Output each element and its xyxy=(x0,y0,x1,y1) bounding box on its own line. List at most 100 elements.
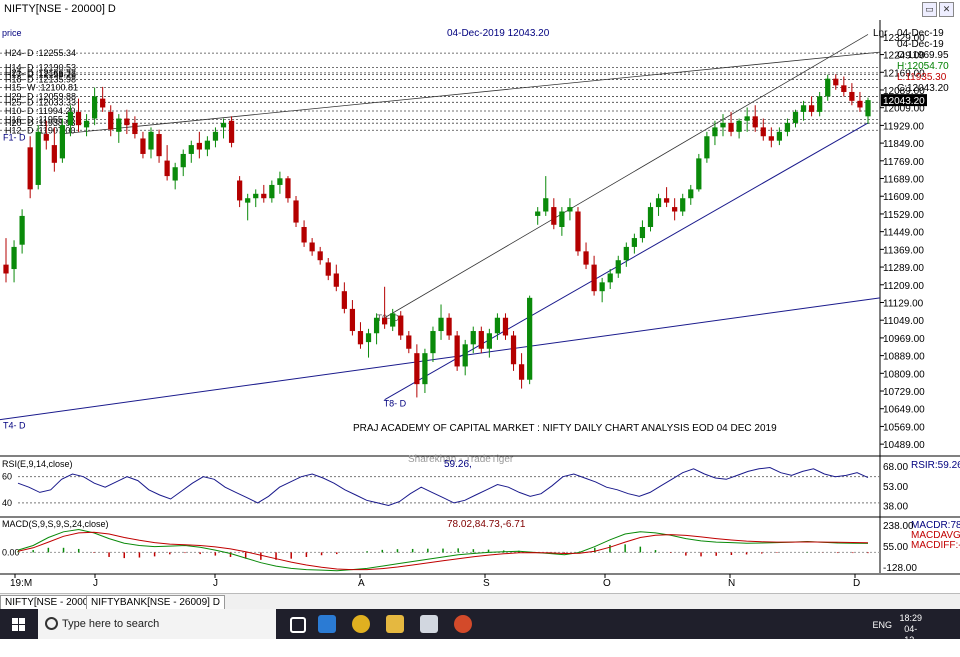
folder-icon[interactable] xyxy=(386,615,404,633)
search-icon xyxy=(45,617,58,630)
candle-body xyxy=(253,193,259,199)
candle-body xyxy=(59,125,66,159)
y-tick-label: 11449.00 xyxy=(883,228,924,239)
rsi-right-label: RSIR:59.26 xyxy=(911,460,960,471)
candle-body xyxy=(180,153,186,168)
candle-body xyxy=(116,118,122,132)
y-tick-label: 11769.00 xyxy=(883,157,924,168)
candle-body xyxy=(212,131,219,141)
clock[interactable]: 18:29 04-12-2019 xyxy=(899,613,922,657)
taskbar-search[interactable]: Type here to search xyxy=(38,609,276,639)
candle-body xyxy=(341,291,347,309)
candle-body xyxy=(414,353,420,385)
candle-body xyxy=(285,178,291,199)
candle-body xyxy=(357,331,364,345)
chart-annotation: PRAJ ACADEMY OF CAPITAL MARKET : NIFTY D… xyxy=(353,423,777,434)
candle-body xyxy=(204,140,211,150)
last-close-label: 12043.20 xyxy=(883,96,925,107)
rsi-value-label: 59.26, xyxy=(444,459,472,470)
window-controls: ▭ ✕ xyxy=(922,2,954,17)
close-icon[interactable]: ✕ xyxy=(939,2,954,17)
candle-body xyxy=(27,147,33,190)
mail-icon[interactable] xyxy=(420,615,438,633)
candle-body xyxy=(857,100,863,108)
candle-body xyxy=(543,198,549,212)
trend-label: T8- D xyxy=(384,398,407,408)
candle-body xyxy=(261,193,267,199)
clock-time: 18:29 xyxy=(899,613,922,623)
candle-body xyxy=(776,131,783,141)
candle-body xyxy=(752,116,758,128)
ohlc-info: C:12043.20 xyxy=(897,83,949,94)
rsi-y-tick-label: 68.00 xyxy=(883,462,908,473)
candle-body xyxy=(655,198,662,208)
candle-body xyxy=(615,260,621,274)
y-tick-label: 11369.00 xyxy=(883,245,924,256)
candle-body xyxy=(639,226,646,239)
candle-body xyxy=(833,78,839,86)
candle-body xyxy=(647,207,654,227)
x-tick-label: 19:M xyxy=(10,578,32,589)
candle-body xyxy=(100,98,106,108)
y-tick-label: 10489.00 xyxy=(883,440,925,451)
x-tick-label: J xyxy=(93,578,98,589)
candle-body xyxy=(196,142,202,150)
candle-body xyxy=(712,127,718,137)
candle-body xyxy=(406,335,412,349)
y-tick-label: 11289.00 xyxy=(883,263,924,274)
edge-icon[interactable] xyxy=(318,615,336,633)
tab-niftybank[interactable]: NIFTYBANK[NSE - 26009] D xyxy=(86,595,225,610)
macd-y-tick-label: -128.00 xyxy=(883,563,917,574)
x-tick-label: J xyxy=(213,578,218,589)
candle-body xyxy=(704,136,710,159)
macd-y-tick-label: 238.00 xyxy=(883,521,914,532)
ohlc-info: 04-Dec-19 xyxy=(897,39,944,50)
x-tick-label: O xyxy=(603,578,611,589)
price-panel-label: price xyxy=(2,28,22,38)
trend-label: T0- D xyxy=(377,313,400,323)
x-tick-label: D xyxy=(853,578,860,589)
chart-header: 04-Dec-2019 12043.20 xyxy=(447,28,550,39)
candle-body xyxy=(333,273,339,287)
candle-body xyxy=(317,251,323,261)
candle-body xyxy=(454,335,460,367)
task-view-icon[interactable] xyxy=(290,617,306,633)
ohlc-info: H:12054.70 xyxy=(897,61,949,72)
candle-body xyxy=(518,364,525,380)
candle-body xyxy=(663,198,670,203)
candle-body xyxy=(188,145,194,154)
start-button[interactable] xyxy=(0,609,38,639)
language-indicator[interactable]: ENG xyxy=(872,620,892,630)
candle-body xyxy=(398,315,404,336)
chart-area[interactable]: price 04-Dec-2019 12043.20 Lnr12329.001224… xyxy=(0,20,960,593)
candle-body xyxy=(559,211,565,227)
x-tick-label: A xyxy=(358,578,365,589)
candle-body xyxy=(67,111,74,126)
candle-body xyxy=(744,116,750,121)
candle-body xyxy=(478,331,484,349)
candle-body xyxy=(172,167,178,181)
restore-icon[interactable]: ▭ xyxy=(922,2,937,17)
y-tick-label: 11609.00 xyxy=(883,192,924,203)
candle-body xyxy=(19,215,25,245)
candle-body xyxy=(591,264,597,292)
candle-body xyxy=(51,145,57,163)
chrome-icon[interactable] xyxy=(352,615,370,633)
candle-body xyxy=(470,331,476,345)
window-titlebar: NIFTY[NSE - 20000] D ▭ ✕ xyxy=(0,0,960,21)
candle-body xyxy=(551,207,557,225)
candle-body xyxy=(11,246,17,270)
candle-body xyxy=(277,178,283,185)
candle-body xyxy=(760,127,766,137)
tradetiger-icon[interactable] xyxy=(454,615,472,633)
candle-body xyxy=(220,122,227,128)
y-tick-label: 10649.00 xyxy=(883,405,925,416)
candle-body xyxy=(841,85,847,92)
candle-body xyxy=(535,211,541,216)
x-tick-label: S xyxy=(483,578,490,589)
y-tick-label: 10969.00 xyxy=(883,334,925,345)
candle-body xyxy=(825,78,831,97)
candle-body xyxy=(849,91,855,101)
candle-body xyxy=(237,180,243,201)
candle-body xyxy=(583,251,589,265)
